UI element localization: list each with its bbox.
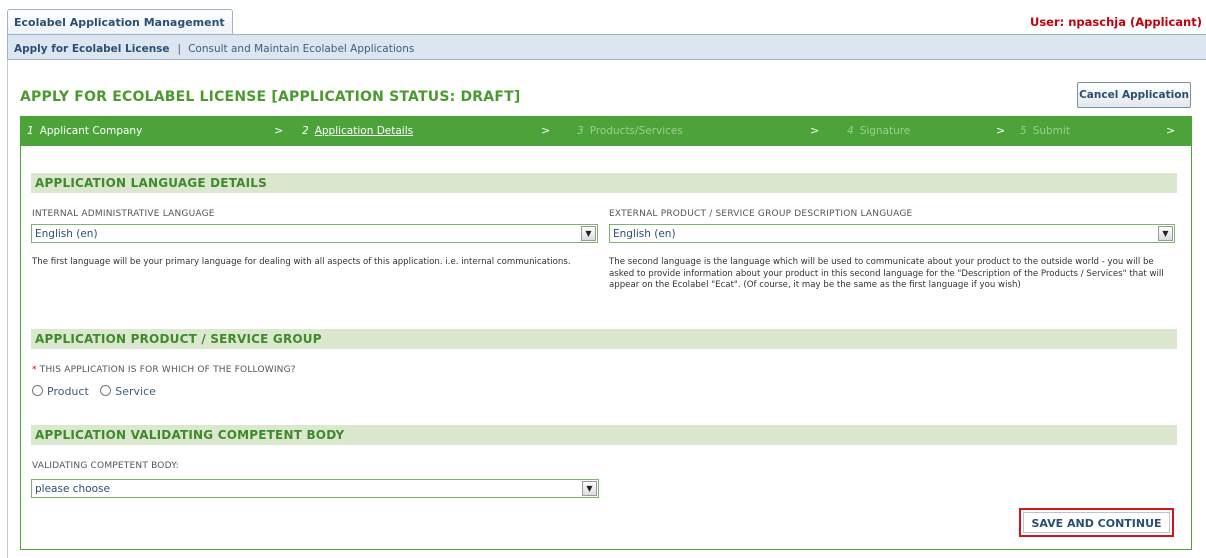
- chevron-down-icon[interactable]: ▼: [1158, 226, 1173, 241]
- page-title: APPLY FOR ECOLABEL LICENSE [APPLICATION …: [20, 89, 521, 105]
- cancel-application-button[interactable]: Cancel Application: [1077, 82, 1191, 108]
- save-and-continue-button[interactable]: SAVE AND CONTINUE: [1019, 508, 1174, 537]
- wizard-steps: 1 Applicant Company > 2 Application Detail…: [20, 116, 1192, 146]
- competent-body-label: VALIDATING COMPETENT BODY:: [32, 461, 179, 471]
- step-arrow: >: [274, 124, 284, 137]
- step-arrow: >: [1166, 124, 1176, 137]
- chevron-down-icon[interactable]: ▼: [582, 481, 597, 496]
- radio-product[interactable]: [32, 385, 43, 396]
- product-group-question: * THIS APPLICATION IS FOR WHICH OF THE F…: [32, 365, 296, 375]
- internal-language-select[interactable]: English (en) ▼: [31, 224, 598, 243]
- step-arrow: >: [541, 124, 551, 137]
- select-value: English (en): [613, 228, 676, 240]
- competent-body-select[interactable]: please choose ▼: [31, 479, 599, 498]
- section-heading-product-group: APPLICATION PRODUCT / SERVICE GROUP: [31, 329, 1177, 349]
- external-language-help: The second language is the language whic…: [609, 257, 1164, 290]
- step-label: Application Details: [314, 125, 414, 137]
- step-arrow: >: [810, 124, 820, 137]
- section-heading-language: APPLICATION LANGUAGE DETAILS: [31, 173, 1177, 193]
- step-number: 4: [847, 125, 854, 137]
- nav-separator: |: [177, 43, 182, 55]
- wizard-step-applicant-company[interactable]: 1 Applicant Company: [27, 125, 142, 137]
- radio-service-label[interactable]: Service: [115, 385, 156, 398]
- internal-language-help: The first language will be your primary …: [32, 257, 571, 267]
- step-number: 5: [1020, 125, 1027, 137]
- tab-ecolabel-application-management[interactable]: Ecolabel Application Management: [7, 9, 233, 34]
- external-language-label: EXTERNAL PRODUCT / SERVICE GROUP DESCRIP…: [609, 209, 913, 219]
- left-border: [7, 60, 8, 558]
- step-label: Submit: [1032, 125, 1070, 137]
- chevron-down-icon[interactable]: ▼: [581, 226, 596, 241]
- wizard-step-signature: 4 Signature: [847, 125, 910, 137]
- nav-consult-maintain[interactable]: Consult and Maintain Ecolabel Applicatio…: [188, 43, 414, 55]
- step-number: 3: [577, 125, 584, 137]
- select-value: English (en): [35, 228, 98, 240]
- question-text: THIS APPLICATION IS FOR WHICH OF THE FOL…: [39, 365, 296, 375]
- select-value: please choose: [35, 483, 110, 495]
- wizard-step-application-details[interactable]: 2 Application Details: [302, 125, 413, 137]
- radio-product-label[interactable]: Product: [47, 385, 89, 398]
- top-bar: Ecolabel Application Management User: np…: [0, 0, 1206, 34]
- wizard-step-products-services: 3 Products/Services: [577, 125, 683, 137]
- step-label: Products/Services: [589, 125, 683, 137]
- required-marker: *: [32, 365, 37, 375]
- wizard-step-submit: 5 Submit: [1020, 125, 1070, 137]
- external-language-select[interactable]: English (en) ▼: [609, 224, 1175, 243]
- internal-language-label: INTERNAL ADMINISTRATIVE LANGUAGE: [32, 209, 215, 219]
- nav-apply-for-license[interactable]: Apply for Ecolabel License: [14, 43, 170, 55]
- radio-service[interactable]: [100, 385, 112, 396]
- section-heading-competent-body: APPLICATION VALIDATING COMPETENT BODY: [31, 425, 1177, 445]
- step-arrow: >: [996, 124, 1006, 137]
- step-label: Applicant Company: [39, 125, 143, 137]
- sub-navigation: Apply for Ecolabel License | Consult and M…: [7, 34, 1206, 60]
- product-group-radios: Product Service: [32, 385, 164, 398]
- user-indicator: User: npaschja (Applicant): [1029, 15, 1202, 29]
- step-number: 1: [27, 125, 34, 137]
- save-and-continue-label[interactable]: SAVE AND CONTINUE: [1023, 512, 1170, 533]
- step-label: Signature: [859, 125, 911, 137]
- step-number: 2: [302, 125, 309, 137]
